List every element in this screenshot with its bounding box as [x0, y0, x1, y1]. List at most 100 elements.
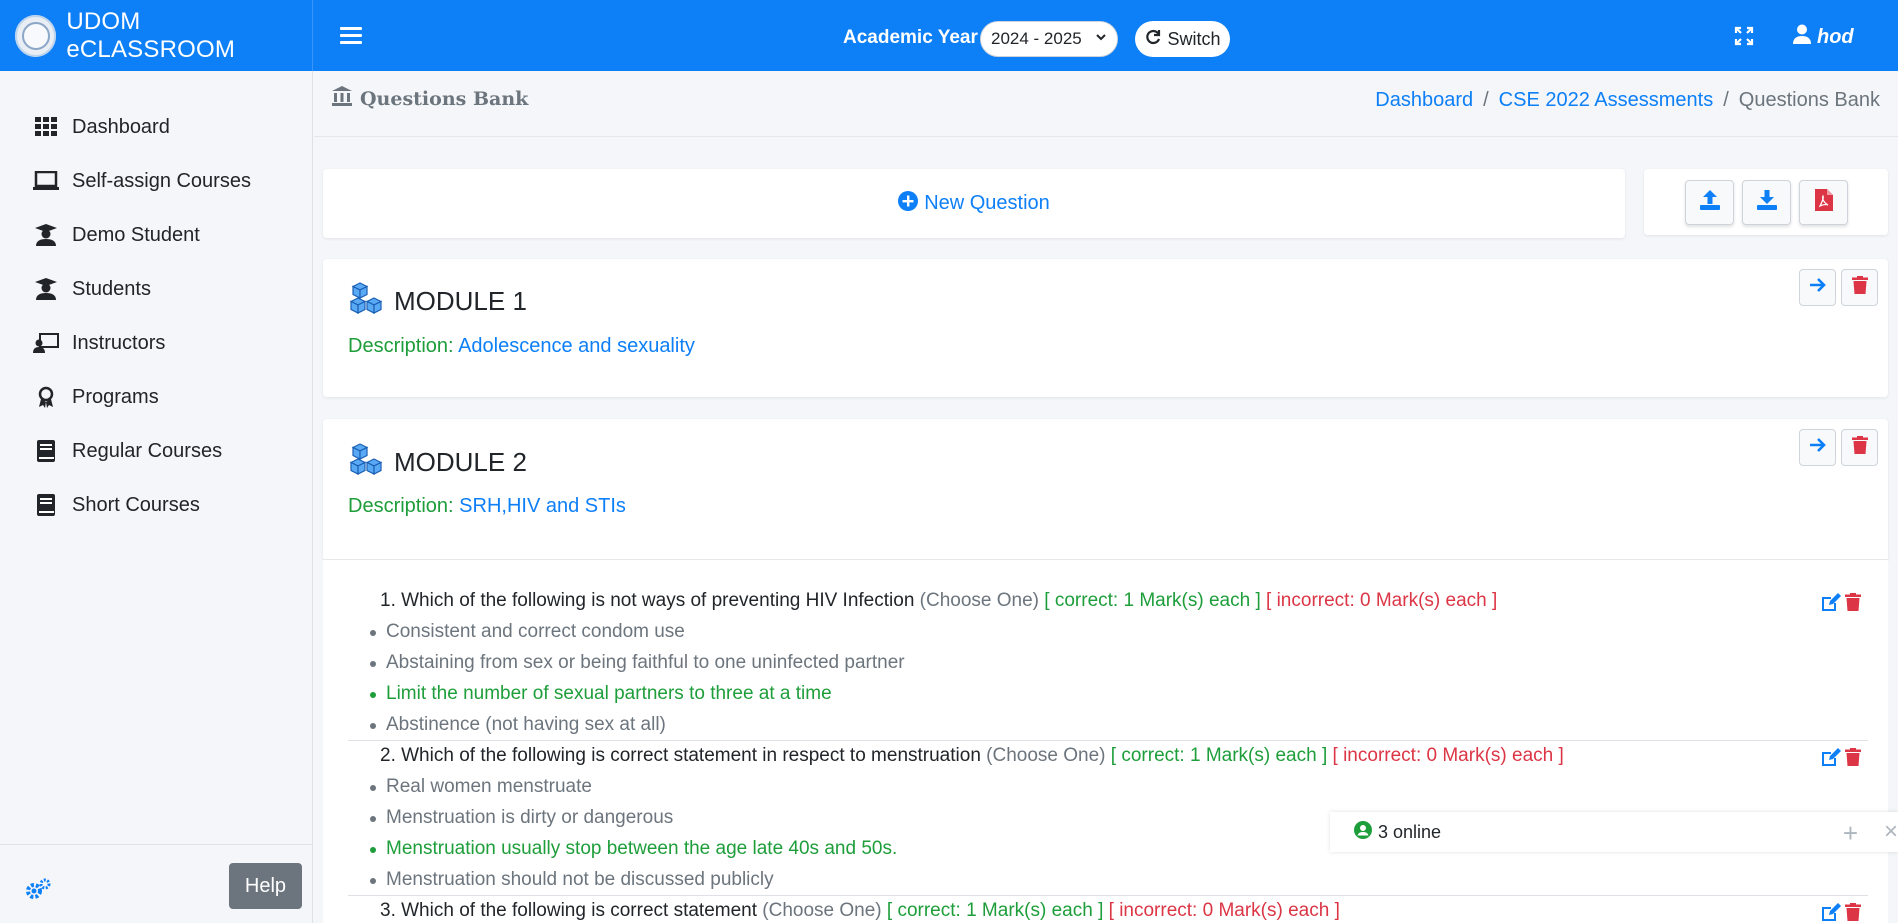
question-actions	[1821, 592, 1863, 612]
chevron-down-icon	[1095, 31, 1107, 46]
sidebar-item-self-assign-courses[interactable]: Self-assign Courses	[33, 161, 251, 201]
help-button[interactable]: Help	[229, 863, 302, 909]
sidebar-item-regular-courses[interactable]: Regular Courses	[33, 431, 222, 471]
new-question-button[interactable]: New Question	[898, 190, 1050, 217]
edit-icon[interactable]	[1821, 902, 1841, 922]
laptop-icon	[33, 169, 59, 193]
sidebar-item-label: Demo Student	[72, 223, 200, 246]
question-actions	[1821, 902, 1863, 922]
user-circle-icon	[1354, 820, 1372, 844]
academic-year-value: 2024 - 2025	[991, 29, 1082, 48]
settings-gears-icon[interactable]	[25, 878, 51, 905]
brand-name: UDOM eCLASSROOM	[66, 7, 236, 63]
open-module-button[interactable]	[1799, 269, 1836, 306]
delete-module-button[interactable]	[1841, 429, 1878, 466]
open-module-button[interactable]	[1799, 429, 1836, 466]
sidebar-item-short-courses[interactable]: Short Courses	[33, 485, 200, 525]
breadcrumb-separator: /	[1723, 89, 1729, 111]
book-icon	[33, 493, 59, 517]
question-text: 3. Which of the following is correct sta…	[380, 900, 1340, 921]
answer-option: Menstruation should not be discussed pub…	[348, 864, 1868, 895]
university-logo	[15, 14, 57, 57]
online-status: 3 online	[1354, 820, 1442, 844]
breadcrumb-dashboard[interactable]: Dashboard	[1375, 89, 1473, 112]
content-header: Questions Bank Dashboard / CSE 2022 Asse…	[314, 71, 1898, 137]
expand-icon[interactable]: +	[1843, 818, 1858, 849]
upload-button[interactable]	[1685, 180, 1734, 225]
trash-icon	[1851, 436, 1868, 459]
trash-icon[interactable]	[1843, 747, 1863, 767]
online-users-widget[interactable]: 3 online + ×	[1330, 812, 1898, 852]
sidebar-footer: Help	[0, 844, 313, 923]
sidebar-item-label: Self-assign Courses	[72, 169, 251, 192]
module-title-text: MODULE 2	[394, 447, 527, 477]
brand[interactable]: UDOM eCLASSROOM	[0, 0, 313, 71]
upload-icon	[1699, 189, 1721, 216]
export-pdf-button[interactable]	[1799, 180, 1848, 225]
description-value: SRH,HIV and STIs	[459, 495, 626, 517]
grid-icon	[33, 115, 59, 139]
top-navbar: UDOM eCLASSROOM Academic Year 2024 - 202…	[0, 0, 1898, 71]
answer-option: Abstaining from sex or being faithful to…	[348, 647, 1868, 678]
breadcrumb-assessments[interactable]: CSE 2022 Assessments	[1499, 89, 1714, 112]
user-icon	[1793, 24, 1811, 50]
sidebar-item-dashboard[interactable]: Dashboard	[33, 107, 170, 147]
new-question-card: New Question	[323, 169, 1625, 238]
sidebar-item-students[interactable]: Students	[33, 269, 151, 309]
breadcrumb-current: Questions Bank	[1738, 89, 1880, 111]
graduate-icon	[33, 277, 59, 301]
menu-toggle-icon[interactable]	[340, 22, 362, 48]
question-text: 2. Which of the following is correct sta…	[380, 745, 1564, 766]
fullscreen-icon[interactable]	[1734, 26, 1754, 46]
academic-year-select[interactable]: 2024 - 2025	[980, 21, 1118, 57]
module-title: MODULE 2	[348, 442, 527, 483]
sidebar-item-demo-student[interactable]: Demo Student	[33, 215, 200, 255]
sidebar-item-label: Instructors	[72, 331, 166, 354]
sidebar-item-label: Regular Courses	[72, 439, 223, 462]
arrow-right-icon	[1809, 277, 1827, 298]
new-question-label: New Question	[924, 192, 1050, 214]
trash-icon	[1851, 276, 1868, 299]
bank-icon	[332, 86, 352, 111]
trash-icon[interactable]	[1843, 592, 1863, 612]
edit-icon[interactable]	[1821, 592, 1841, 612]
module-title-text: MODULE 1	[394, 286, 527, 316]
answer-option: Consistent and correct condom use	[348, 616, 1868, 647]
sidebar-item-instructors[interactable]: Instructors	[33, 323, 165, 363]
online-count: 3 online	[1378, 821, 1442, 842]
user-name: hod	[1817, 25, 1854, 48]
switch-button-label: Switch	[1167, 28, 1221, 49]
breadcrumb-separator: /	[1483, 89, 1489, 111]
edit-icon[interactable]	[1821, 747, 1841, 767]
award-icon	[33, 385, 59, 409]
module-description: Description: SRH,HIV and STIs	[348, 495, 626, 518]
description-label: Description:	[348, 335, 454, 357]
module-title: MODULE 1	[348, 281, 527, 322]
switch-year-button[interactable]: Switch	[1135, 21, 1230, 57]
sidebar-item-label: Short Courses	[72, 493, 200, 516]
module-card: MODULE 1 Description: Adolescence and se…	[323, 259, 1888, 397]
trash-icon[interactable]	[1843, 902, 1863, 922]
description-value: Adolescence and sexuality	[458, 335, 695, 357]
delete-module-button[interactable]	[1841, 269, 1878, 306]
download-button[interactable]	[1742, 180, 1791, 225]
close-icon[interactable]: ×	[1884, 818, 1898, 846]
answer-option: Abstinence (not having sex at all)	[348, 709, 1868, 740]
arrow-right-icon	[1809, 437, 1827, 458]
cubes-icon	[348, 442, 386, 483]
refresh-icon	[1144, 28, 1162, 51]
module-card: MODULE 2 Description: SRH,HIV and STIs	[323, 419, 1888, 560]
page-title-text: Questions Bank	[360, 87, 529, 110]
cubes-icon	[348, 281, 386, 322]
answer-option: Real women menstruate	[348, 771, 1868, 802]
user-menu[interactable]: hod	[1793, 24, 1854, 50]
sidebar: Dashboard Self-assign Courses Demo Stude…	[0, 71, 313, 923]
question-actions	[1821, 747, 1863, 767]
page-title: Questions Bank	[332, 86, 528, 111]
sidebar-item-programs[interactable]: Programs	[33, 377, 159, 417]
question-text: 1. Which of the following is not ways of…	[380, 590, 1498, 611]
module-description: Description: Adolescence and sexuality	[348, 335, 695, 358]
teacher-icon	[33, 331, 59, 355]
answer-option-correct: Limit the number of sexual partners to t…	[348, 678, 1868, 709]
description-label: Description:	[348, 495, 454, 517]
